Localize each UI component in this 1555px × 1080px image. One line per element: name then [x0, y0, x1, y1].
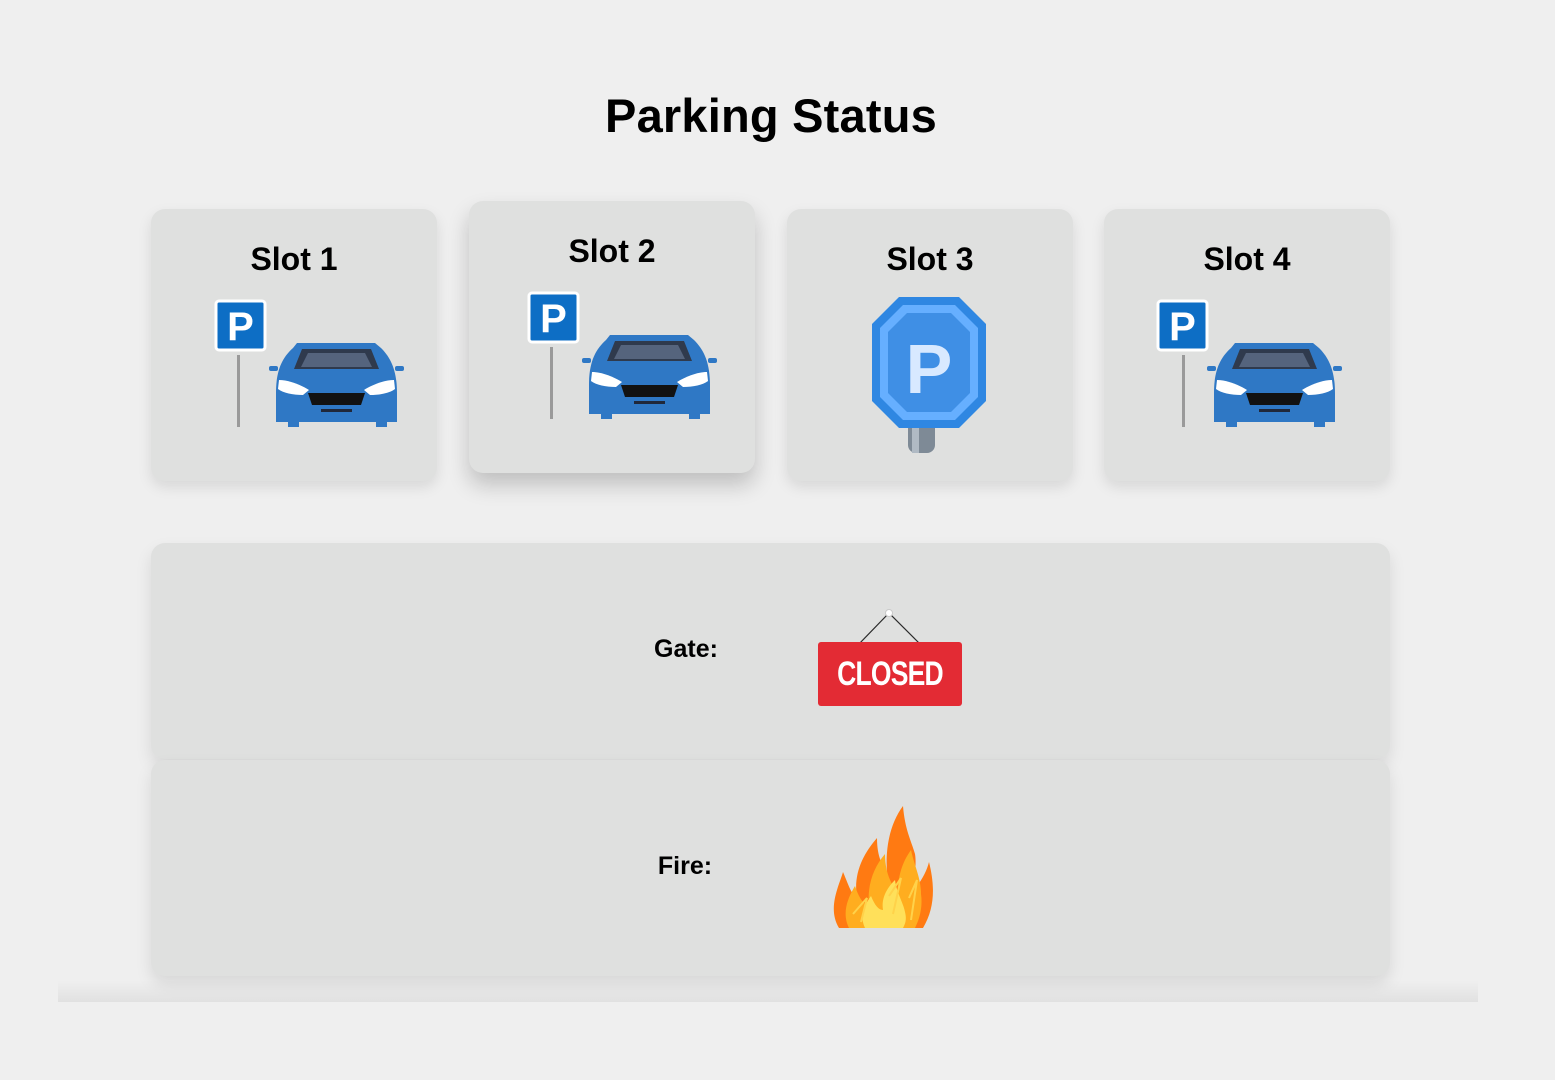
fire-label: Fire:	[657, 852, 713, 880]
svg-text:P: P	[1169, 305, 1196, 349]
slot-title: Slot 3	[886, 241, 974, 277]
slot-card-4: Slot 4 P	[1104, 209, 1390, 481]
slot-card-2: Slot 2 P	[469, 201, 755, 473]
parked-car-icon: P	[1104, 297, 1390, 457]
svg-text:P: P	[906, 330, 953, 408]
page-title: Parking Status	[605, 89, 937, 142]
fire-status-panel: Fire:	[151, 760, 1390, 976]
parked-car-icon: P	[464, 289, 750, 449]
closed-sign-icon: CLOSED	[811, 603, 971, 713]
slot-card-3: Slot 3 P	[787, 209, 1073, 481]
gate-status-panel: Gate: CLOSED	[151, 543, 1390, 759]
gate-label: Gate:	[654, 635, 718, 663]
svg-text:P: P	[540, 297, 567, 341]
fire-icon	[831, 802, 935, 932]
bottom-shadow	[58, 980, 1478, 1002]
parking-sign-icon: P	[787, 297, 1073, 457]
gate-status-text: CLOSED	[837, 655, 944, 693]
parked-car-icon: P	[151, 297, 437, 457]
slot-title: Slot 2	[568, 233, 656, 269]
slot-title: Slot 4	[1203, 241, 1291, 277]
svg-text:P: P	[227, 305, 254, 349]
slot-card-1: Slot 1 P	[151, 209, 437, 481]
slot-title: Slot 1	[250, 241, 338, 277]
